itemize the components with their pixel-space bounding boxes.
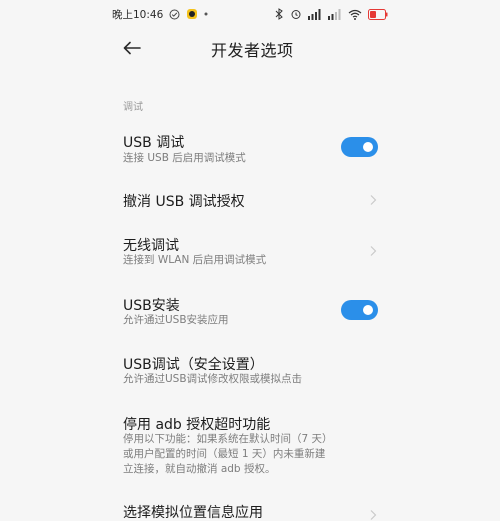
- back-button[interactable]: [120, 36, 144, 60]
- setting-title: USB安装: [123, 298, 180, 314]
- status-right: [275, 8, 388, 20]
- setting-title: USB 调试: [123, 135, 185, 151]
- signal2-icon: [328, 8, 342, 20]
- chevron-right-icon: [370, 246, 377, 256]
- wifi-icon: [348, 9, 362, 20]
- usb-install-toggle[interactable]: [341, 300, 378, 320]
- notification-icon: [186, 8, 198, 20]
- setting-title: 无线调试: [123, 238, 179, 254]
- setting-title: 停用 adb 授权超时功能: [123, 417, 271, 433]
- battery-icon: [368, 8, 388, 20]
- status-left: 晚上10:46: [112, 7, 208, 22]
- setting-subtitle: 允许通过USB调试修改权限或模拟点击: [123, 373, 303, 385]
- header: 开发者选项: [0, 28, 500, 68]
- toggle-knob: [363, 142, 373, 152]
- setting-revoke-usb-auth[interactable]: 撤消 USB 调试授权: [0, 185, 500, 215]
- section-label-debug: 调试: [123, 102, 143, 113]
- setting-usb-debug-security[interactable]: USB调试（安全设置） 允许通过USB调试修改权限或模拟点击: [0, 349, 500, 394]
- setting-mock-location-app[interactable]: 选择模拟位置信息应用: [0, 497, 500, 521]
- check-badge-icon: [169, 9, 180, 20]
- setting-title: 撤消 USB 调试授权: [123, 194, 245, 210]
- bluetooth-icon: [275, 8, 284, 20]
- status-bar: 晚上10:46: [112, 5, 388, 23]
- signal-icon: [308, 8, 322, 20]
- developer-options-screen: 晚上10:46 开发者选项 调试 USB 调试 连接 USB 后启用调试模式 撤…: [0, 0, 500, 521]
- chevron-right-icon: [370, 510, 377, 520]
- alarm-icon: [290, 8, 302, 20]
- status-time: 晚上10:46: [112, 8, 164, 21]
- setting-subtitle: 连接 USB 后启用调试模式: [123, 152, 246, 164]
- toggle-knob: [363, 305, 373, 315]
- setting-title: 选择模拟位置信息应用: [123, 505, 263, 521]
- setting-usb-install[interactable]: USB安装 允许通过USB安装应用: [0, 290, 500, 335]
- dot-icon: [204, 12, 208, 16]
- setting-usb-debugging[interactable]: USB 调试 连接 USB 后启用调试模式: [0, 127, 500, 172]
- usb-debugging-toggle[interactable]: [341, 137, 378, 157]
- arrow-left-icon: [123, 41, 141, 55]
- page-title: 开发者选项: [211, 41, 294, 60]
- setting-title: USB调试（安全设置）: [123, 357, 264, 373]
- setting-disable-adb-timeout[interactable]: 停用 adb 授权超时功能 停用以下功能：如果系统在默认时间（7 天）或用户配置…: [0, 409, 500, 479]
- setting-subtitle: 允许通过USB安装应用: [123, 314, 229, 326]
- chevron-right-icon: [370, 195, 377, 205]
- setting-wireless-debugging[interactable]: 无线调试 连接到 WLAN 后启用调试模式: [0, 230, 500, 275]
- setting-subtitle: 停用以下功能：如果系统在默认时间（7 天）或用户配置的时间（最短 1 天）内未重…: [123, 433, 333, 475]
- setting-subtitle: 连接到 WLAN 后启用调试模式: [123, 254, 267, 266]
